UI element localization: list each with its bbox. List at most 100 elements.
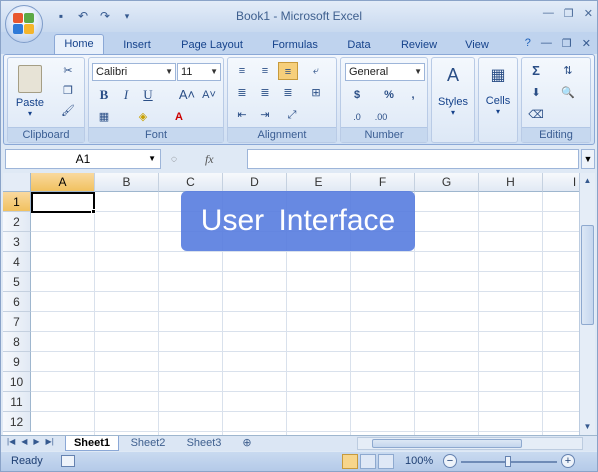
tab-review[interactable]: Review	[393, 36, 445, 54]
save-icon[interactable]: ▪	[53, 8, 69, 24]
next-sheet-icon[interactable]: ▶	[33, 437, 39, 446]
sheet-tab-sheet2[interactable]: Sheet2	[123, 436, 173, 451]
align-bottom-icon[interactable]: ≡	[278, 62, 298, 80]
increase-decimal-icon[interactable]: .0	[347, 108, 367, 126]
row-header[interactable]: 5	[3, 272, 31, 292]
wb-minimize-icon[interactable]: —	[541, 37, 552, 50]
column-header[interactable]: C	[159, 173, 223, 192]
formula-input[interactable]	[247, 149, 579, 169]
close-icon[interactable]: ✕	[584, 7, 593, 20]
row-header[interactable]: 8	[3, 332, 31, 352]
minimize-icon[interactable]: —	[543, 7, 554, 20]
row-header[interactable]: 12	[3, 412, 31, 432]
column-header[interactable]: A	[31, 173, 95, 192]
font-name-combo[interactable]: Calibri ▼	[92, 63, 176, 81]
row-header[interactable]: 2	[3, 212, 31, 232]
prev-sheet-icon[interactable]: ◀	[21, 437, 27, 446]
shrink-font-icon[interactable]: A˅	[199, 86, 219, 104]
horizontal-scrollbar[interactable]	[357, 437, 583, 450]
zoom-out-icon[interactable]: −	[443, 454, 457, 468]
sheet-tab-sheet3[interactable]: Sheet3	[179, 436, 229, 451]
row-header[interactable]: 10	[3, 372, 31, 392]
row-header[interactable]: 7	[3, 312, 31, 332]
row-header[interactable]: 4	[3, 252, 31, 272]
find-select-icon[interactable]: 🔍	[558, 84, 578, 102]
bold-icon[interactable]: B	[94, 86, 114, 104]
grow-font-icon[interactable]: A˄	[177, 86, 197, 104]
expand-formula-icon[interactable]: ▼	[581, 149, 595, 169]
column-header[interactable]: B	[95, 173, 159, 192]
tab-data[interactable]: Data	[339, 36, 379, 54]
column-header[interactable]: F	[351, 173, 415, 192]
zoom-level[interactable]: 100%	[405, 455, 433, 467]
office-button[interactable]	[5, 5, 43, 43]
align-center-icon[interactable]: ≣	[255, 84, 275, 102]
wrap-text-icon[interactable]: ⤶	[306, 62, 326, 80]
decrease-decimal-icon[interactable]: .00	[371, 108, 391, 126]
tab-formulas[interactable]: Formulas	[263, 36, 327, 54]
autosum-icon[interactable]: Σ	[526, 62, 546, 80]
scroll-down-icon[interactable]: ▼	[581, 420, 594, 434]
merge-center-icon[interactable]: ⊞	[306, 84, 326, 102]
tab-view[interactable]: View	[457, 36, 497, 54]
tab-insert[interactable]: Insert	[112, 36, 162, 54]
normal-view-icon[interactable]	[342, 454, 358, 469]
wb-close-icon[interactable]: ✕	[582, 37, 591, 50]
wb-restore-icon[interactable]: ❐	[562, 37, 572, 50]
row-header[interactable]: 6	[3, 292, 31, 312]
active-cell[interactable]	[31, 192, 95, 213]
page-layout-view-icon[interactable]	[360, 454, 376, 469]
help-icon[interactable]: ?	[525, 37, 531, 50]
font-color-icon[interactable]: A	[169, 108, 189, 126]
underline-icon[interactable]: U	[138, 86, 158, 104]
zoom-slider-knob[interactable]	[505, 456, 511, 467]
fill-icon[interactable]: ⬇	[526, 84, 546, 102]
select-all-corner[interactable]	[3, 173, 31, 192]
align-top-icon[interactable]: ≡	[232, 62, 252, 80]
italic-icon[interactable]: I	[116, 86, 136, 104]
column-header[interactable]: E	[287, 173, 351, 192]
currency-icon[interactable]: $	[347, 86, 367, 104]
redo-icon[interactable]: ↷	[97, 8, 113, 24]
insert-function-icon[interactable]: fx	[205, 152, 214, 167]
last-sheet-icon[interactable]: ▶|	[46, 437, 54, 446]
column-header[interactable]: H	[479, 173, 543, 192]
increase-indent-icon[interactable]: ⇥	[255, 106, 275, 124]
first-sheet-icon[interactable]: |◀	[7, 437, 15, 446]
customize-toolbar-icon[interactable]: ▾	[119, 8, 135, 24]
tab-page-layout[interactable]: Page Layout	[173, 36, 251, 54]
format-painter-icon[interactable]: 🖌	[58, 102, 78, 120]
align-middle-icon[interactable]: ≡	[255, 62, 275, 80]
scroll-up-icon[interactable]: ▲	[581, 174, 594, 188]
percent-icon[interactable]: %	[379, 86, 399, 104]
row-header[interactable]: 1	[3, 192, 31, 212]
fill-handle[interactable]	[91, 209, 96, 214]
orientation-icon[interactable]: ⤢	[282, 106, 302, 124]
insert-sheet-icon[interactable]: ⊕	[235, 436, 259, 451]
paste-button[interactable]: Paste ▾	[10, 60, 50, 126]
comma-icon[interactable]: ,	[403, 86, 423, 104]
row-header[interactable]: 3	[3, 232, 31, 252]
cut-icon[interactable]: ✂	[58, 62, 78, 80]
zoom-in-icon[interactable]: +	[561, 454, 575, 468]
styles-button[interactable]: A Styles ▾	[433, 64, 473, 124]
fill-color-icon[interactable]: ◈	[133, 108, 153, 126]
column-header[interactable]: D	[223, 173, 287, 192]
row-header[interactable]: 9	[3, 352, 31, 372]
align-right-icon[interactable]: ≣	[278, 84, 298, 102]
vertical-scrollbar[interactable]: ▲ ▼	[579, 173, 595, 435]
row-header[interactable]: 11	[3, 392, 31, 412]
number-format-combo[interactable]: General ▼	[345, 63, 425, 81]
borders-icon[interactable]: ▦	[94, 108, 114, 126]
cells-button[interactable]: ▦ Cells ▾	[480, 64, 516, 124]
decrease-indent-icon[interactable]: ⇤	[232, 106, 252, 124]
page-break-view-icon[interactable]	[378, 454, 394, 469]
font-size-combo[interactable]: 11 ▼	[177, 63, 221, 81]
macro-record-icon[interactable]	[61, 455, 75, 467]
vertical-scroll-thumb[interactable]	[581, 225, 594, 325]
undo-icon[interactable]: ↶	[75, 8, 91, 24]
horizontal-scroll-thumb[interactable]	[372, 439, 522, 448]
splitter-icon[interactable]: ◌	[171, 154, 177, 165]
column-header[interactable]: G	[415, 173, 479, 192]
clear-icon[interactable]: ⌫	[526, 106, 546, 124]
